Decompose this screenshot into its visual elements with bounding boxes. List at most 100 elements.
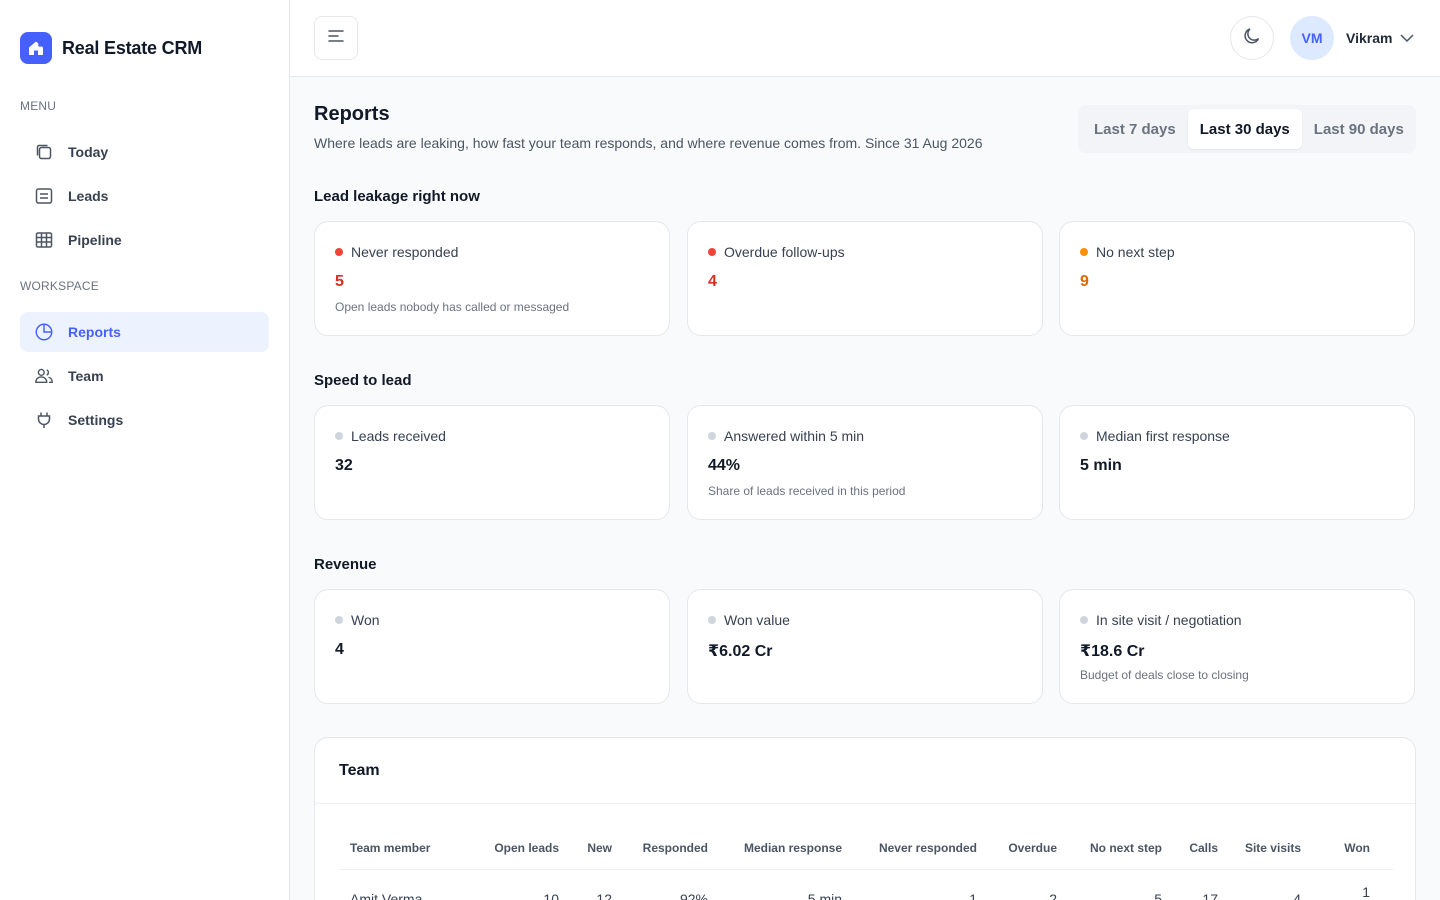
card-note: Budget of deals close to closing [1080,668,1249,682]
sidebar-item-reports[interactable]: Reports [20,312,269,352]
card-label: No next step [1096,244,1175,260]
sidebar-item-label: Team [68,368,104,384]
column-header-calls[interactable]: Calls [1189,841,1218,855]
stat-card-won-value[interactable]: Won value ₹6.02 Cr [687,589,1043,704]
column-header-open-leads[interactable]: Open leads [494,841,559,855]
user-menu[interactable]: VM Vikram [1290,16,1414,60]
stat-card-site-visit-negotiation[interactable]: In site visit / negotiation ₹18.6 Cr Bud… [1059,589,1415,704]
card-label: In site visit / negotiation [1096,612,1242,628]
card-value: 9 [1080,273,1089,290]
sidebar-item-label: Pipeline [68,232,122,248]
card-label: Median first response [1096,428,1230,444]
table-cell-responded: 92% [679,891,708,900]
pie-chart-icon [34,322,54,342]
sidebar-item-settings[interactable]: Settings [20,400,269,440]
card-label: Answered within 5 min [724,428,865,444]
status-dot [708,616,716,624]
table-cell-median-response: 5 min [807,891,842,900]
card-label: Never responded [351,244,459,260]
status-dot [335,432,343,440]
column-header-never-responded[interactable]: Never responded [879,841,977,855]
status-dot [708,248,716,256]
menu-toggle-button[interactable] [314,16,358,60]
status-dot [335,616,343,624]
table-cell-overdue: 2 [1049,891,1057,900]
column-header-median-response[interactable]: Median response [744,841,842,855]
stat-card-overdue-follow-ups[interactable]: Overdue follow-ups 4 [687,221,1043,336]
column-header-team-member[interactable]: Team member [350,841,430,855]
card-note: Open leads nobody has called or messaged [335,300,570,314]
column-header-new[interactable]: New [587,841,612,855]
card-value: 44% [708,457,741,474]
table-cell-calls: 17 [1202,891,1218,900]
section-title-leakage: Lead leakage right now [314,188,480,205]
sidebar-item-today[interactable]: Today [20,132,269,172]
sidebar-item-leads[interactable]: Leads [20,176,269,216]
column-header-no-next-step[interactable]: No next step [1090,841,1162,855]
column-header-responded[interactable]: Responded [643,841,708,855]
table-cell-team-member: Amit Verma [350,891,423,900]
card-value: 4 [335,641,344,658]
table-cell-won: 1 [1362,884,1370,900]
table-icon [34,230,54,250]
status-dot [708,432,716,440]
stat-card-no-next-step[interactable]: No next step 9 [1059,221,1415,336]
column-header-overdue[interactable]: Overdue [1008,841,1057,855]
sidebar-item-team[interactable]: Team [20,356,269,396]
status-dot [1080,432,1088,440]
chevron-down-icon [1400,34,1414,42]
sidebar-item-label: Today [68,144,109,160]
stat-card-won[interactable]: Won 4 [314,589,670,704]
sidebar-item-label: Settings [68,412,124,428]
card-value: 32 [335,457,353,474]
sidebar-item-label: Leads [68,188,109,204]
house-icon [20,32,52,64]
stat-card-answered-within-5-min[interactable]: Answered within 5 min 44% Share of leads… [687,405,1043,520]
card-value: 4 [708,273,717,290]
stat-card-median-first-response[interactable]: Median first response 5 min [1059,405,1415,520]
card-note: Share of leads received in this period [708,484,906,498]
team-title: Team [339,762,380,779]
stat-card-never-responded[interactable]: Never responded 5 Open leads nobody has … [314,221,670,336]
divider [315,803,1415,804]
tab-last-90-days[interactable]: Last 90 days [1302,109,1416,149]
column-header-site-visits[interactable]: Site visits [1245,841,1301,855]
table-cell-site-visits: 4 [1293,891,1301,900]
plug-icon [34,410,54,430]
list-icon [34,186,54,206]
theme-toggle-button[interactable] [1230,16,1274,60]
user-name: Vikram [1346,30,1393,46]
card-label: Overdue follow-ups [724,244,845,260]
sidebar: Real Estate CRM MENU Today Leads Pipelin… [0,0,290,900]
status-dot [335,248,343,256]
status-dot [1080,616,1088,624]
card-value: 5 [335,273,344,290]
app-name: Real Estate CRM [62,37,203,58]
moon-icon [1242,26,1262,51]
menu-heading: MENU [20,99,57,113]
brand[interactable]: Real Estate CRM [20,32,202,64]
sidebar-item-label: Reports [68,324,121,340]
top-header: VM Vikram [290,0,1440,77]
column-header-won[interactable]: Won [1344,841,1370,855]
table-cell-open-leads: 10 [543,891,559,900]
card-label: Won value [724,612,790,628]
divider [339,869,1393,870]
card-value: 5 min [1080,457,1122,474]
copy-icon [34,142,54,162]
stat-card-leads-received[interactable]: Leads received 32 [314,405,670,520]
team-table-card: Team Team member Open leads New Responde… [314,737,1416,900]
card-value: ₹6.02 Cr [708,643,773,660]
sidebar-item-pipeline[interactable]: Pipeline [20,220,269,260]
card-label: Leads received [351,428,446,444]
workspace-heading: WORKSPACE [20,279,99,293]
tab-last-7-days[interactable]: Last 7 days [1082,109,1188,149]
menu-icon [327,29,345,48]
date-range-tabs: Last 7 days Last 30 days Last 90 days [1078,105,1416,153]
table-cell-never-responded: 1 [969,891,977,900]
avatar: VM [1290,16,1334,60]
tab-last-30-days[interactable]: Last 30 days [1187,109,1302,149]
section-title-revenue: Revenue [314,556,377,573]
page-subtitle: Where leads are leaking, how fast your t… [314,135,983,151]
card-label: Won [351,612,380,628]
